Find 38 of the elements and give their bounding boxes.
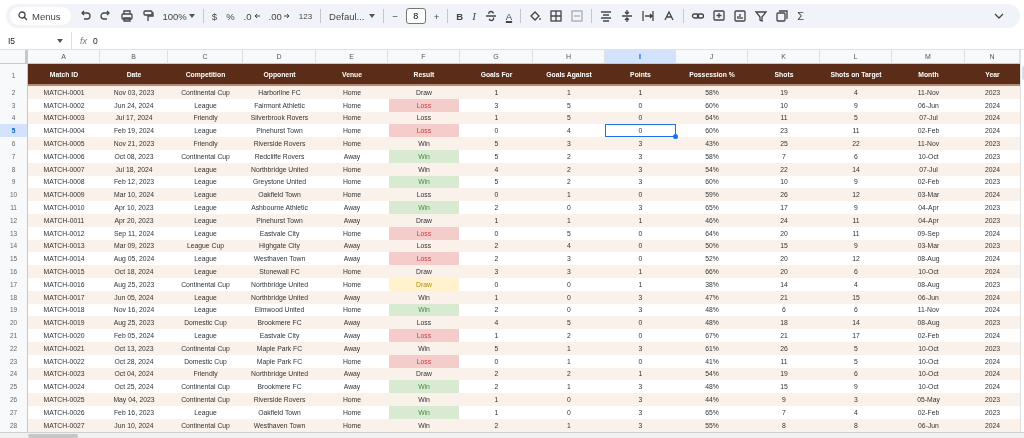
text-color-button[interactable]: A bbox=[504, 10, 514, 22]
search-menus-button[interactable]: Menus bbox=[10, 7, 71, 25]
caret-icon bbox=[57, 38, 63, 43]
text-wrap-icon[interactable] bbox=[641, 9, 656, 23]
search-icon bbox=[18, 11, 28, 21]
filter-icon[interactable] bbox=[754, 9, 769, 23]
filter-views-icon[interactable] bbox=[775, 9, 790, 23]
horizontal-scrollbar[interactable] bbox=[28, 433, 78, 438]
name-box[interactable]: I5 bbox=[0, 32, 72, 49]
comment-icon[interactable] bbox=[712, 9, 727, 23]
zoom-dropdown[interactable]: 100% bbox=[161, 10, 196, 22]
strikethrough-icon[interactable] bbox=[483, 9, 498, 23]
vertical-align-icon[interactable] bbox=[620, 9, 635, 23]
decrease-font-size-button[interactable]: − bbox=[391, 10, 399, 22]
percent-button[interactable]: % bbox=[225, 10, 236, 22]
borders-icon[interactable] bbox=[549, 9, 564, 23]
function-icon: fx bbox=[80, 35, 87, 46]
fill-color-icon[interactable] bbox=[528, 9, 543, 23]
font-dropdown[interactable]: Defaul... bbox=[328, 10, 377, 22]
increase-font-size-button[interactable]: + bbox=[432, 10, 441, 22]
caret-icon bbox=[369, 14, 376, 18]
chart-icon[interactable] bbox=[733, 9, 748, 23]
decrease-decimals-button[interactable]: .0 bbox=[242, 10, 261, 22]
paint-format-icon[interactable] bbox=[140, 9, 155, 23]
bold-button[interactable]: B bbox=[455, 10, 465, 22]
increase-decimals-button[interactable]: .00 bbox=[267, 10, 291, 22]
currency-button[interactable]: $ bbox=[210, 10, 219, 22]
left-arrow-icon bbox=[253, 13, 260, 19]
formula-field[interactable]: 0 bbox=[93, 35, 98, 46]
italic-button[interactable]: I bbox=[471, 10, 477, 22]
right-arrow-icon bbox=[283, 13, 290, 19]
merge-cells-icon[interactable] bbox=[570, 9, 585, 23]
caret-icon bbox=[188, 14, 195, 18]
font-size-field[interactable]: 8 bbox=[405, 8, 426, 24]
functions-button[interactable]: Σ bbox=[796, 10, 805, 22]
print-icon[interactable] bbox=[119, 9, 134, 23]
number-format-button[interactable]: 123 bbox=[297, 11, 314, 21]
align-icon[interactable] bbox=[599, 9, 614, 23]
